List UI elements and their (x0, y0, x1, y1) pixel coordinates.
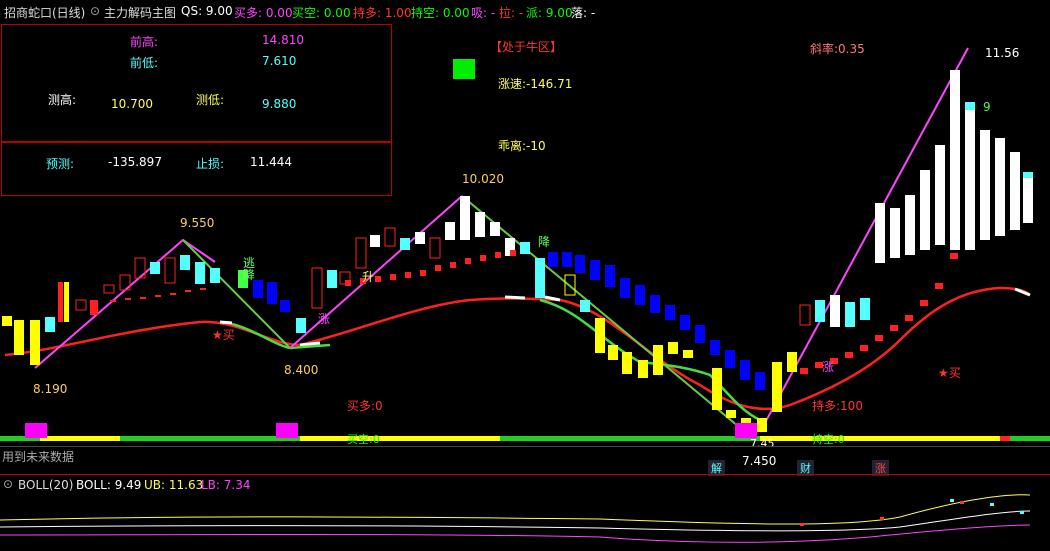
buy-star-1: ★买 (212, 328, 235, 342)
candles-left (2, 255, 220, 365)
support-line-red (4, 286, 1031, 411)
drop-signal-1: 降 (243, 268, 256, 282)
rise-signal-2: 涨 (318, 312, 331, 326)
forecast-label: 预测: (46, 157, 75, 171)
nine-signal: 9 (983, 100, 991, 114)
rise-signal: 升 (362, 270, 375, 284)
buy-marker-3 (735, 423, 757, 438)
rise-signal-3: 涨 (822, 360, 835, 374)
zigzag-green-2 (461, 195, 746, 433)
price-label-high-1: 9.550 (180, 216, 215, 230)
hold-long-mid: 持多:100 (812, 399, 863, 413)
boll-pane[interactable]: ⊙ BOLL(20) BOLL: 9.49 UB: 11.63 LB: 7.34 (0, 474, 1050, 551)
deviation: 乖离:-10 (498, 139, 546, 153)
measured-high-label: 测高: (48, 93, 77, 107)
rise-speed: 涨速:-146.71 (498, 77, 573, 91)
prev-high-value: 14.810 (262, 33, 304, 47)
measured-high-value: 10.700 (111, 97, 153, 111)
stop-loss-label: 止损: (196, 157, 225, 171)
price-label-low-2: 8.400 (284, 363, 319, 377)
slope: 斜率:0.35 (810, 42, 865, 56)
buy-star-2: ★买 (938, 366, 961, 380)
prev-low-label: 前低: (130, 56, 159, 70)
prev-low-value: 7.610 (262, 54, 297, 68)
buy-short-mid: 买空:0 (347, 433, 380, 446)
zone-label: 【处于牛区】 (490, 40, 563, 54)
price-label-high-2: 10.020 (462, 172, 504, 186)
future-data-notice: 用到未来数据 (2, 450, 75, 464)
measured-low-value: 9.880 (262, 97, 297, 111)
footer-bar: 用到未来数据 7.450 解 财 涨 (0, 446, 1050, 476)
prev-high-label: 前高: (130, 35, 159, 49)
footer-low-value: 7.450 (742, 454, 777, 468)
boll-chart (0, 494, 1031, 543)
measured-low-label: 测低: (196, 93, 225, 107)
buy-long-mid: 买多:0 (347, 399, 383, 413)
price-label-low-1: 8.190 (33, 382, 68, 396)
buy-marker-1 (25, 423, 47, 438)
info-panel: 前高: 14.810 前低: 7.610 测高: 10.700 测低: 9.88… (1, 24, 392, 142)
forecast-panel: 预测: -135.897 止损: 11.444 (1, 142, 392, 196)
drop-signal-2: 降 (538, 235, 551, 249)
signal-square-2 (453, 59, 475, 79)
forecast-value: -135.897 (108, 155, 162, 169)
zigzag-magenta-2 (289, 195, 463, 349)
stop-loss-value: 11.444 (250, 155, 292, 169)
price-label-high-3: 11.56 (985, 46, 1020, 60)
hold-short-mid: 持空:0 (812, 433, 845, 446)
buy-marker-2 (276, 423, 298, 438)
